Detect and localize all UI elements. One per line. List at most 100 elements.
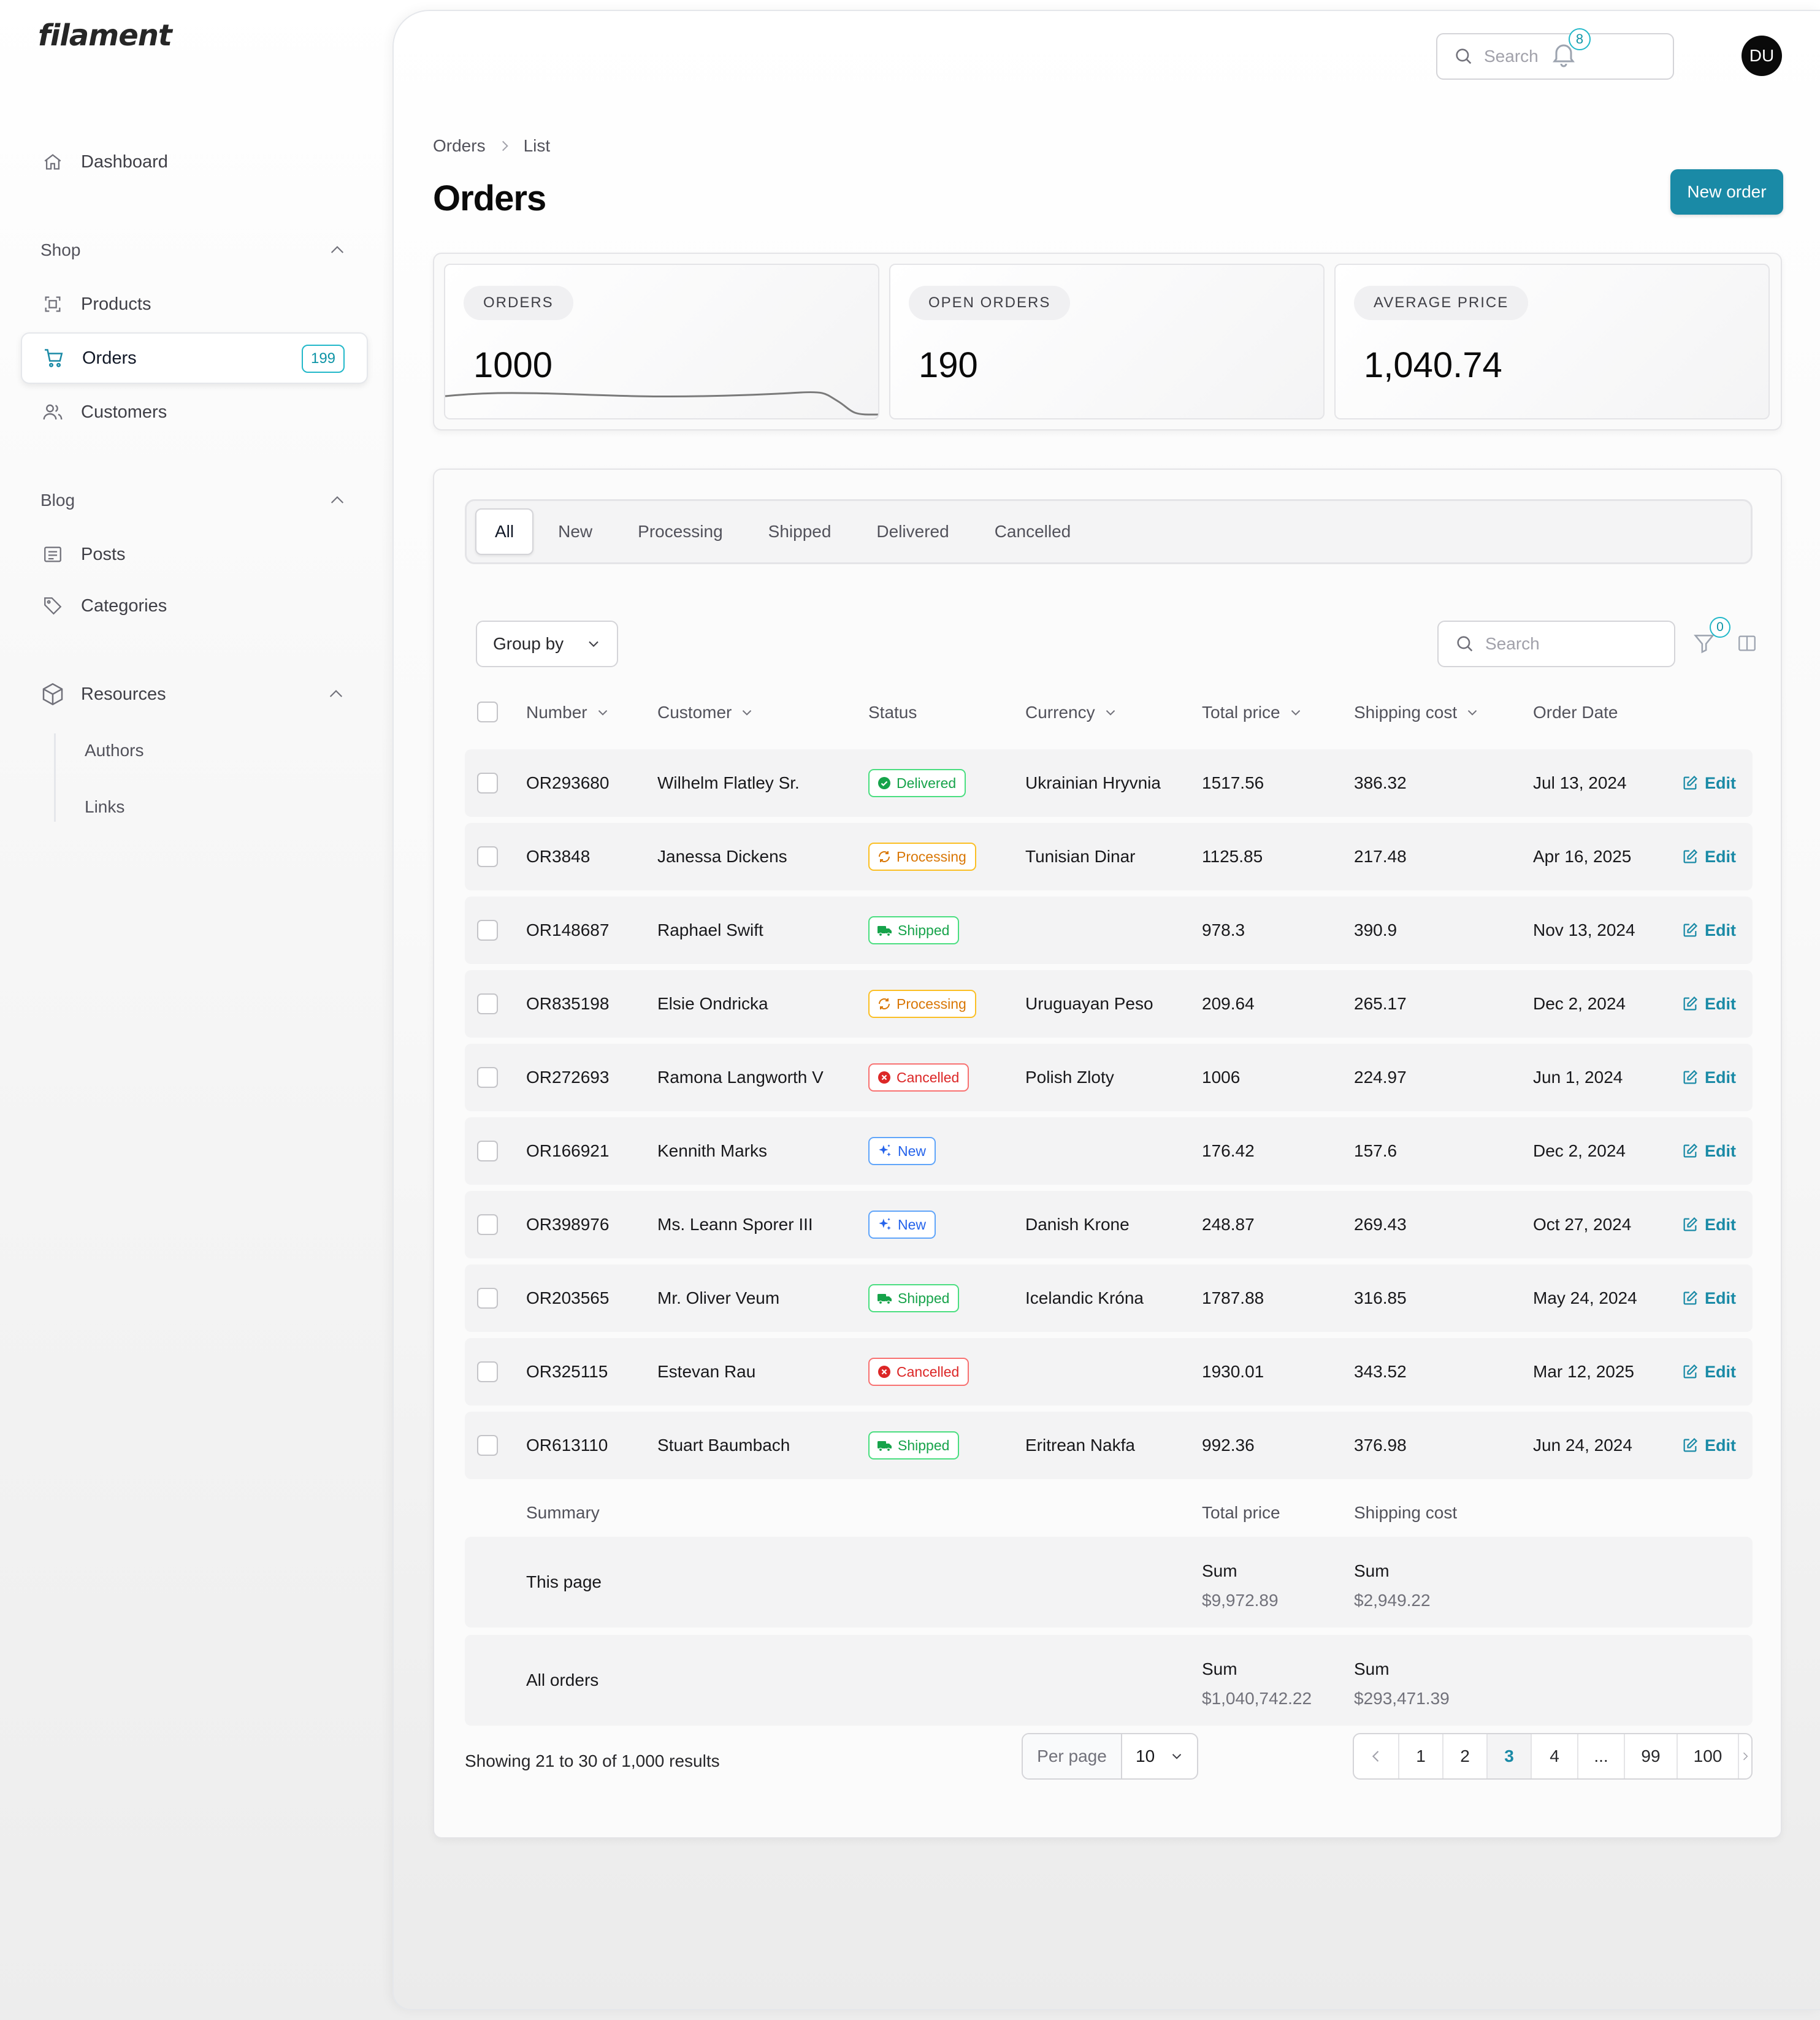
page-button-1[interactable]: 1 xyxy=(1399,1734,1443,1778)
row-checkbox[interactable] xyxy=(477,1141,498,1161)
sidebar-item-categories[interactable]: Categories xyxy=(21,580,368,632)
row-checkbox[interactable] xyxy=(477,846,498,867)
document-icon xyxy=(40,542,65,567)
stat-card-average-price: AVERAGE PRICE 1,040.74 xyxy=(1334,264,1770,419)
filter-button[interactable] xyxy=(1692,632,1716,658)
edit-icon xyxy=(1683,849,1698,863)
row-checkbox[interactable] xyxy=(477,993,498,1014)
tab-cancelled[interactable]: Cancelled xyxy=(974,508,1092,555)
table-row[interactable]: OR166921 Kennith Marks New 176.42 157.6 … xyxy=(465,1117,1753,1185)
table-row[interactable]: OR613110 Stuart Baumbach Shipped Eritrea… xyxy=(465,1412,1753,1479)
nav-group-resources[interactable]: Resources xyxy=(21,668,368,720)
table-row[interactable]: OR3848 Janessa Dickens Processing Tunisi… xyxy=(465,823,1753,890)
summary-shipping: Sum $293,471.39 xyxy=(1354,1655,1450,1713)
select-all-checkbox[interactable] xyxy=(477,702,498,722)
table-row[interactable]: OR398976 Ms. Leann Sporer III New Danish… xyxy=(465,1191,1753,1258)
edit-button[interactable]: Edit xyxy=(1681,749,1736,817)
edit-button[interactable]: Edit xyxy=(1681,1191,1736,1258)
sidebar-item-links[interactable]: Links xyxy=(85,797,124,817)
page-button-99[interactable]: 99 xyxy=(1625,1734,1678,1778)
summary-header: Summary Total price Shipping cost xyxy=(465,1491,1753,1534)
sidebar-item-label: Posts xyxy=(81,544,126,564)
previous-page-button[interactable] xyxy=(1354,1734,1399,1778)
row-checkbox[interactable] xyxy=(477,1214,498,1235)
table-row[interactable]: OR325115 Estevan Rau Cancelled 1930.01 3… xyxy=(465,1338,1753,1406)
edit-button[interactable]: Edit xyxy=(1681,970,1736,1038)
shipping-cost: 316.85 xyxy=(1354,1288,1407,1307)
status-cell: Processing xyxy=(868,970,976,1038)
sidebar-item-label: Dashboard xyxy=(81,151,168,172)
table-row[interactable]: OR203565 Mr. Oliver Veum Shipped Iceland… xyxy=(465,1264,1753,1332)
sum-label: Sum xyxy=(1202,1561,1237,1580)
sidebar-item-posts[interactable]: Posts xyxy=(21,529,368,580)
new-order-button[interactable]: New order xyxy=(1670,169,1783,215)
tab-delivered[interactable]: Delivered xyxy=(855,508,969,555)
cube-icon xyxy=(40,682,65,706)
breadcrumb-parent[interactable]: Orders xyxy=(433,136,486,156)
column-header-number[interactable]: Number xyxy=(526,688,611,737)
column-header-customer[interactable]: Customer xyxy=(657,688,755,737)
sidebar-item-products[interactable]: Products xyxy=(21,278,368,330)
row-checkbox[interactable] xyxy=(477,920,498,941)
order-date: Dec 2, 2024 xyxy=(1533,1141,1626,1160)
row-checkbox[interactable] xyxy=(477,1435,498,1456)
chevron-left-icon xyxy=(1372,1751,1379,1762)
tab-processing[interactable]: Processing xyxy=(617,508,744,555)
column-header-shipping-cost[interactable]: Shipping cost xyxy=(1354,688,1480,737)
per-page-value[interactable]: 10 xyxy=(1122,1734,1197,1778)
status-label: Processing xyxy=(897,848,966,865)
page-button-100[interactable]: 100 xyxy=(1678,1734,1739,1778)
total-price: 1125.85 xyxy=(1202,847,1263,866)
refresh-icon xyxy=(879,851,890,862)
column-header-currency[interactable]: Currency xyxy=(1025,688,1118,737)
chevron-up-icon xyxy=(329,690,343,697)
customer-name: Stuart Baumbach xyxy=(657,1436,790,1455)
table-row[interactable]: OR293680 Wilhelm Flatley Sr. Delivered U… xyxy=(465,749,1753,817)
edit-button[interactable]: Edit xyxy=(1681,823,1736,890)
status-badge: Processing xyxy=(868,990,976,1018)
per-page-select[interactable]: Per page 10 xyxy=(1022,1733,1198,1780)
edit-icon xyxy=(1683,775,1698,790)
group-by-select[interactable]: Group by xyxy=(476,621,618,667)
edit-button[interactable]: Edit xyxy=(1681,1117,1736,1185)
sidebar-item-orders[interactable]: Orders 199 xyxy=(21,332,368,384)
edit-button[interactable]: Edit xyxy=(1681,1338,1736,1406)
sum-value: $1,040,742.22 xyxy=(1202,1689,1312,1708)
sidebar-item-dashboard[interactable]: Dashboard xyxy=(21,136,368,188)
avatar[interactable]: DU xyxy=(1742,36,1782,76)
order-number: OR148687 xyxy=(526,920,610,939)
table-row[interactable]: OR148687 Raphael Swift Shipped 978.3 390… xyxy=(465,897,1753,964)
column-header-total-price[interactable]: Total price xyxy=(1202,688,1304,737)
logo[interactable]: filament xyxy=(38,18,172,53)
column-label: Customer xyxy=(657,703,732,722)
next-page-button[interactable] xyxy=(1739,1734,1751,1778)
tab-all[interactable]: All xyxy=(475,508,534,555)
sidebar-item-customers[interactable]: Customers xyxy=(21,386,368,438)
edit-button[interactable]: Edit xyxy=(1681,1264,1736,1332)
row-checkbox[interactable] xyxy=(477,1067,498,1088)
row-checkbox[interactable] xyxy=(477,773,498,794)
row-checkbox[interactable] xyxy=(477,1361,498,1382)
table-row[interactable]: OR835198 Elsie Ondricka Processing Urugu… xyxy=(465,970,1753,1038)
table-row[interactable]: OR272693 Ramona Langworth V Cancelled Po… xyxy=(465,1044,1753,1111)
edit-button[interactable]: Edit xyxy=(1681,1044,1736,1111)
edit-label: Edit xyxy=(1705,994,1736,1013)
row-checkbox[interactable] xyxy=(477,1288,498,1309)
tab-shipped[interactable]: Shipped xyxy=(748,508,852,555)
nav-group-shop[interactable]: Shop xyxy=(40,232,347,269)
currency: Danish Krone xyxy=(1025,1215,1130,1234)
tab-new[interactable]: New xyxy=(537,508,613,555)
tag-icon xyxy=(40,594,65,618)
pagination-info: Showing 21 to 30 of 1,000 results xyxy=(465,1751,720,1770)
page-button-3[interactable]: 3 xyxy=(1488,1734,1532,1778)
page-button-4[interactable]: 4 xyxy=(1532,1734,1578,1778)
table-search-input[interactable]: Search xyxy=(1437,621,1675,667)
page-button-2[interactable]: 2 xyxy=(1443,1734,1488,1778)
edit-icon xyxy=(1683,996,1698,1011)
sidebar-item-authors[interactable]: Authors xyxy=(85,741,144,760)
nav-group-blog[interactable]: Blog xyxy=(40,482,347,519)
customer-name: Ms. Leann Sporer III xyxy=(657,1215,813,1234)
column-toggle-button[interactable] xyxy=(1737,633,1757,657)
edit-button[interactable]: Edit xyxy=(1681,897,1736,964)
edit-button[interactable]: Edit xyxy=(1681,1412,1736,1479)
